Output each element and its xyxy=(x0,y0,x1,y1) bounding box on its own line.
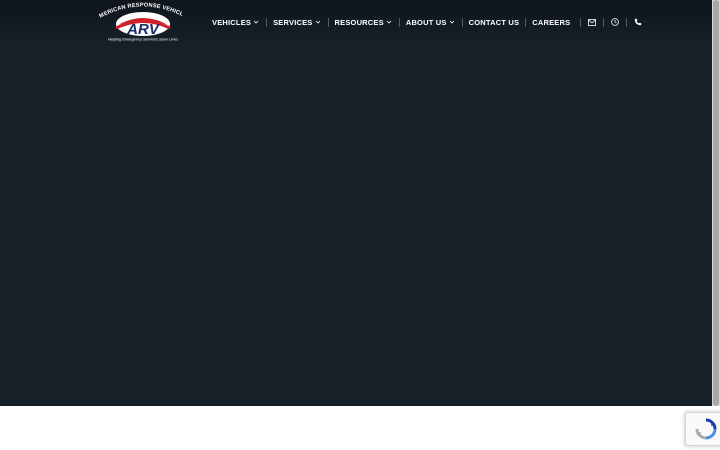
nav-item-careers[interactable]: CAREERS xyxy=(532,18,570,27)
nav-separator xyxy=(327,17,329,27)
phone-link[interactable] xyxy=(633,17,643,27)
envelope-icon xyxy=(588,18,597,26)
nav-item-label: CAREERS xyxy=(532,17,571,27)
chevron-down-icon xyxy=(315,20,320,24)
nav-separator xyxy=(461,17,463,27)
recaptcha-badge[interactable] xyxy=(685,412,720,446)
nav-item-label: SERVICES xyxy=(273,17,313,27)
nav-separator xyxy=(580,17,582,27)
phone-icon xyxy=(635,18,642,26)
chevron-down-icon xyxy=(253,20,259,24)
arv-logo-mark: AMERICAN RESPONSE VEHICLES ARV Helping E… xyxy=(98,2,184,42)
nav-item-contact-us[interactable]: CONTACT US xyxy=(469,18,520,27)
nav-item-label: ABOUT US xyxy=(405,17,447,27)
nav-item-label: CONTACT US xyxy=(468,17,520,27)
main-nav: VEHICLES SERVICES RESOURCES ABOUT US CON… xyxy=(212,14,643,30)
nav-item-services[interactable]: SERVICES xyxy=(273,18,321,27)
nav-item-resources[interactable]: RESOURCES xyxy=(335,18,393,27)
hours-link[interactable] xyxy=(610,17,620,27)
logo-initials: ARV xyxy=(126,21,161,38)
chevron-down-icon xyxy=(386,20,392,24)
nav-separator xyxy=(603,17,605,27)
nav-separator xyxy=(626,17,628,27)
nav-item-label: RESOURCES xyxy=(334,17,384,27)
nav-item-vehicles[interactable]: VEHICLES xyxy=(212,18,260,27)
nav-item-label: VEHICLES xyxy=(212,17,252,27)
recaptcha-icon xyxy=(695,418,717,440)
email-link[interactable] xyxy=(587,17,597,27)
nav-separator xyxy=(398,17,400,27)
scrollbar-thumb[interactable] xyxy=(713,0,719,406)
page-scrollbar[interactable] xyxy=(712,0,720,406)
chevron-down-icon xyxy=(449,20,454,24)
nav-item-about-us[interactable]: ABOUT US xyxy=(406,18,456,27)
hero-section xyxy=(0,0,712,406)
nav-separator xyxy=(525,17,527,27)
clock-icon xyxy=(611,18,620,26)
site-logo[interactable]: AMERICAN RESPONSE VEHICLES ARV Helping E… xyxy=(98,2,188,42)
logo-tagline: Helping Emergency Services Save Lives xyxy=(108,37,178,42)
nav-separator xyxy=(266,17,268,27)
